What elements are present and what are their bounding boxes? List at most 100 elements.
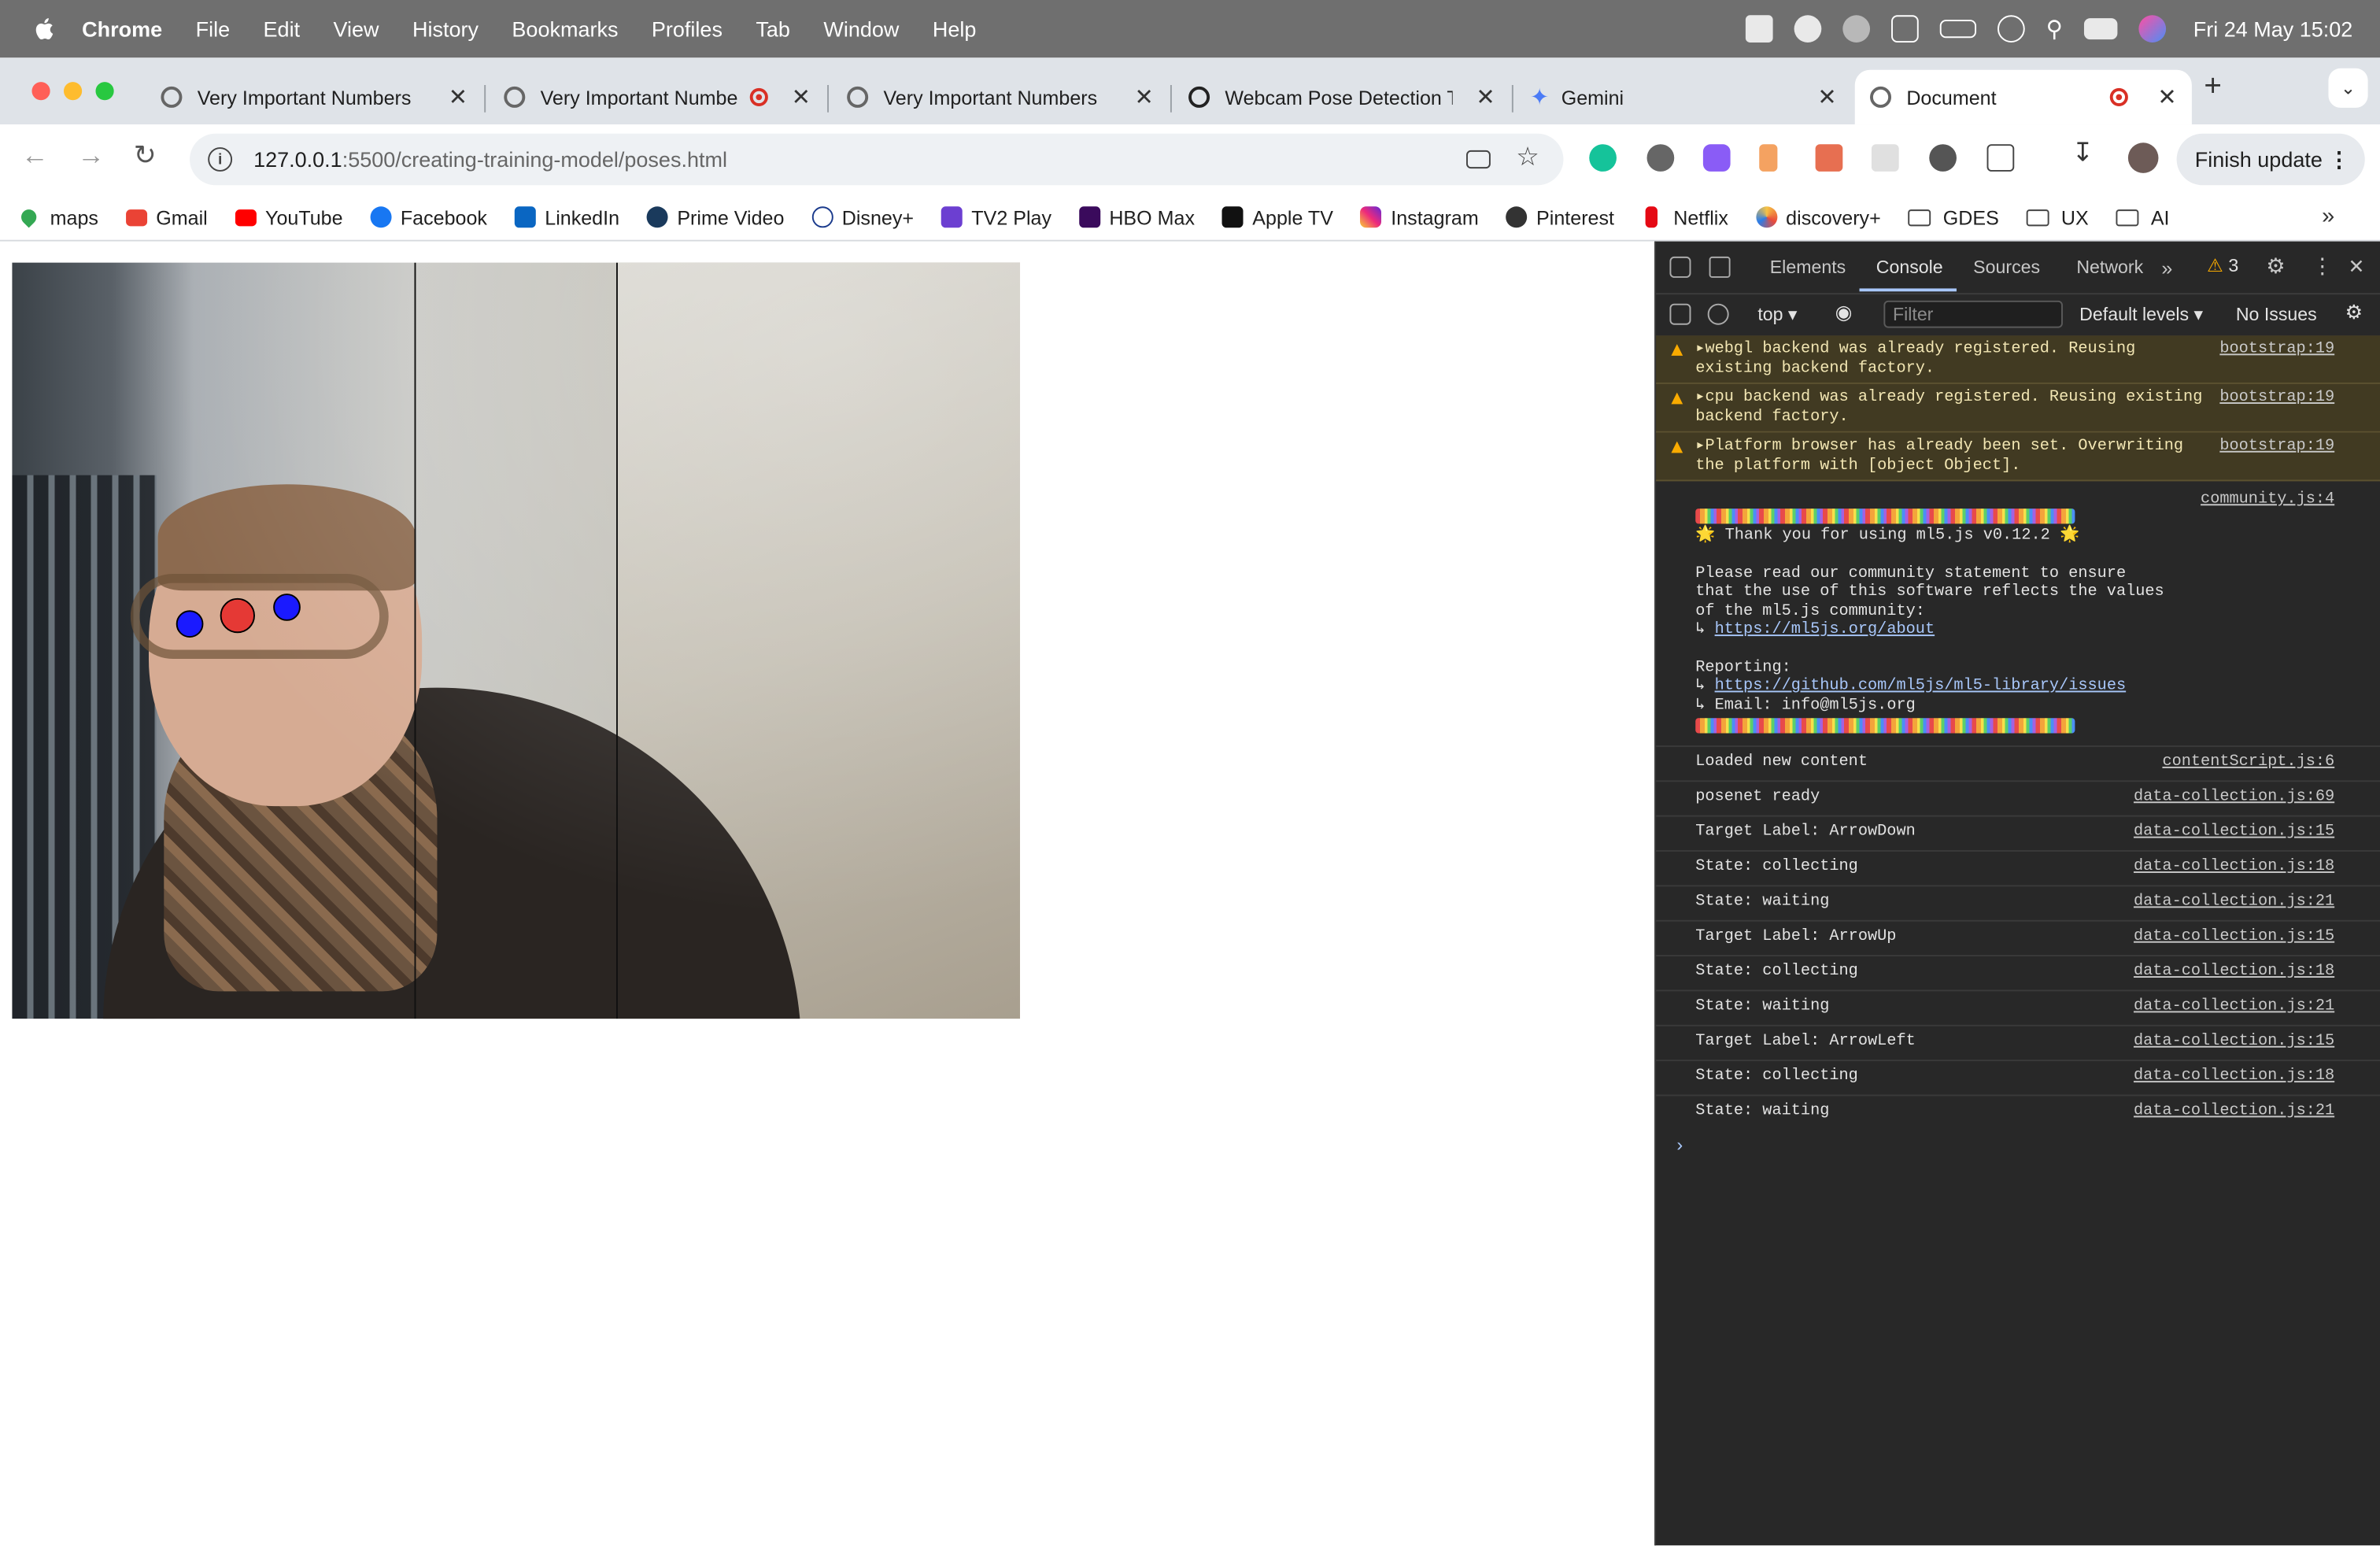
link-icon[interactable] <box>1997 15 2025 43</box>
console-log[interactable]: Target Label: ArrowUp data-collection.js:… <box>1656 922 2380 957</box>
console-source-link[interactable]: data-collection.js:15 <box>2134 1032 2334 1051</box>
bookmark-folder-gdes[interactable]: GDES <box>1908 205 1999 228</box>
console-log[interactable]: Loaded new content contentScript.js:6 <box>1656 747 2380 782</box>
apple-icon[interactable] <box>31 15 58 43</box>
new-tab-button[interactable]: + <box>2204 70 2222 105</box>
tab-sources[interactable]: Sources <box>1973 257 2040 278</box>
console-prompt-row[interactable]: › <box>1656 1130 2380 1166</box>
bookmark-folder-ux[interactable]: UX <box>2026 205 2089 228</box>
console-source-link[interactable]: data-collection.js:69 <box>2134 788 2334 807</box>
clear-console-icon[interactable] <box>1707 303 1729 325</box>
bookmark-prime-video[interactable]: Prime Video <box>646 205 784 228</box>
device-toolbar-icon[interactable] <box>1709 256 1731 278</box>
tab-very-important-numbers-1[interactable]: Very Important Numbers ✕ <box>161 70 482 124</box>
status-icon-2[interactable] <box>1794 15 1822 43</box>
bookmark-maps[interactable]: maps <box>18 205 98 228</box>
console-source-link[interactable]: data-collection.js:15 <box>2134 823 2334 841</box>
notion-icon[interactable] <box>1890 15 1919 43</box>
bookmark-apple-tv[interactable]: Apple TV <box>1221 205 1333 228</box>
wordpress-icon[interactable] <box>1929 144 1957 172</box>
finish-update-button[interactable]: Finish update ⋮ <box>2176 133 2365 186</box>
bookmark-netflix[interactable]: Netflix <box>1642 205 1728 228</box>
log-levels-dropdown[interactable]: Default levels ▾ <box>2079 304 2203 325</box>
menu-bookmarks[interactable]: Bookmarks <box>512 17 618 41</box>
bookmark-instagram[interactable]: Instagram <box>1360 205 1479 228</box>
bookmark-star-icon[interactable]: ☆ <box>1516 142 1539 173</box>
zoom-window-button[interactable] <box>95 82 114 101</box>
bookmark-facebook[interactable]: Facebook <box>370 205 487 228</box>
console-log[interactable]: State: collecting data-collection.js:18 <box>1656 852 2380 887</box>
close-tab-icon[interactable]: ✕ <box>449 83 468 111</box>
downloads-icon[interactable]: ↧ <box>2072 139 2100 168</box>
search-icon[interactable]: ⚲ <box>2046 15 2063 43</box>
console-warning[interactable]: ▲ ▸Platform browser has already been set.… <box>1656 432 2380 482</box>
menu-bar-clock[interactable]: Fri 24 May 15:02 <box>2193 17 2353 41</box>
context-selector[interactable]: top ▾ <box>1757 304 1797 325</box>
globe-icon[interactable] <box>1842 15 1870 43</box>
control-center-icon[interactable] <box>2083 18 2118 40</box>
extension-icon[interactable] <box>1815 144 1843 172</box>
tab-network[interactable]: Network <box>2076 257 2143 278</box>
menu-window[interactable]: Window <box>823 17 899 41</box>
console-warning[interactable]: ▲ ▸webgl backend was already registered. … <box>1656 335 2380 384</box>
ml5-issues-link[interactable]: https://github.com/ml5js/ml5-library/iss… <box>1715 677 2127 695</box>
siri-icon[interactable] <box>2138 15 2166 43</box>
bookmark-youtube[interactable]: YouTube <box>235 205 343 228</box>
console-log[interactable]: Target Label: ArrowLeft data-collection.j… <box>1656 1026 2380 1062</box>
console-source-link[interactable]: bootstrap:19 <box>2219 340 2334 359</box>
bookmark-tv2-play[interactable]: TV2 Play <box>941 205 1051 228</box>
tab-search-button[interactable]: ⌄ <box>2328 68 2368 108</box>
inspect-element-icon[interactable] <box>1669 256 1691 278</box>
tab-very-important-numbers-3[interactable]: Very Important Numbers ✕ <box>847 70 1169 124</box>
tab-gemini[interactable]: ✦ Gemini ✕ <box>1530 70 1852 124</box>
close-devtools-icon[interactable]: ✕ <box>2349 255 2365 279</box>
menu-view[interactable]: View <box>334 17 379 41</box>
close-tab-icon[interactable]: ✕ <box>2157 83 2176 111</box>
console-log[interactable]: State: waiting data-collection.js:21 <box>1656 1096 2380 1129</box>
console-log[interactable]: State: waiting data-collection.js:21 <box>1656 991 2380 1026</box>
reload-button[interactable]: ↻ <box>134 139 157 172</box>
bookmark-gmail[interactable]: Gmail <box>125 205 208 228</box>
menu-profiles[interactable]: Profiles <box>652 17 722 41</box>
menu-file[interactable]: File <box>196 17 231 41</box>
profile-avatar[interactable] <box>2127 142 2159 173</box>
console-source-link[interactable]: data-collection.js:18 <box>2134 858 2334 877</box>
console-source-link[interactable]: data-collection.js:21 <box>2134 997 2334 1016</box>
console-source-link[interactable]: community.js:4 <box>2201 490 2334 509</box>
bookmark-hbo-max[interactable]: HBO Max <box>1078 205 1195 228</box>
menu-help[interactable]: Help <box>933 17 977 41</box>
tab-very-important-numbers-2[interactable]: Very Important Numbe ✕ <box>504 70 826 124</box>
bookmark-disney-plus[interactable]: Disney+ <box>811 205 914 228</box>
console-source-link[interactable]: data-collection.js:15 <box>2134 927 2334 946</box>
tab-console[interactable]: Console <box>1876 257 1943 278</box>
console-source-link[interactable]: bootstrap:19 <box>2219 437 2334 456</box>
warning-count-badge[interactable]: ⚠ 3 <box>2207 255 2238 276</box>
close-tab-icon[interactable]: ✕ <box>792 83 811 111</box>
close-tab-icon[interactable]: ✕ <box>1817 83 1836 111</box>
console-source-link[interactable]: contentScript.js:6 <box>2162 753 2334 772</box>
color-picker-icon[interactable] <box>1759 144 1778 172</box>
console-settings-icon[interactable]: ⚙ <box>2345 301 2363 325</box>
url-text[interactable]: 127.0.0.1:5500/creating-training-model/p… <box>253 147 727 172</box>
bookmark-linkedin[interactable]: LinkedIn <box>514 205 619 228</box>
grammarly-icon[interactable] <box>1589 144 1617 172</box>
forward-button[interactable]: → <box>77 139 105 172</box>
console-log[interactable]: State: waiting data-collection.js:21 <box>1656 886 2380 922</box>
console-source-link[interactable]: bootstrap:19 <box>2219 389 2334 408</box>
more-menu-icon[interactable]: ⋮ <box>2328 146 2349 172</box>
sidebar-toggle-icon[interactable] <box>1669 303 1691 325</box>
minimize-window-button[interactable] <box>64 82 83 101</box>
console-source-link[interactable]: data-collection.js:18 <box>2134 963 2334 982</box>
extension-icon[interactable] <box>1702 144 1731 172</box>
address-bar[interactable]: i 127.0.0.1:5500/creating-training-model… <box>190 133 1564 186</box>
chevron-double-right-icon[interactable]: » <box>2322 203 2334 229</box>
devtools-menu-icon[interactable]: ⋮ <box>2312 253 2333 279</box>
console-log[interactable]: Target Label: ArrowDown data-collection.j… <box>1656 817 2380 852</box>
console-source-link[interactable]: data-collection.js:21 <box>2134 1102 2334 1121</box>
menu-edit[interactable]: Edit <box>264 17 301 41</box>
menu-tab[interactable]: Tab <box>756 17 790 41</box>
issues-count[interactable]: No Issues <box>2236 304 2317 325</box>
more-tabs-icon[interactable]: » <box>2161 257 2172 279</box>
console-log[interactable]: posenet ready data-collection.js:69 <box>1656 782 2380 817</box>
console-warning[interactable]: ▲ ▸cpu backend was already registered. Re… <box>1656 383 2380 433</box>
